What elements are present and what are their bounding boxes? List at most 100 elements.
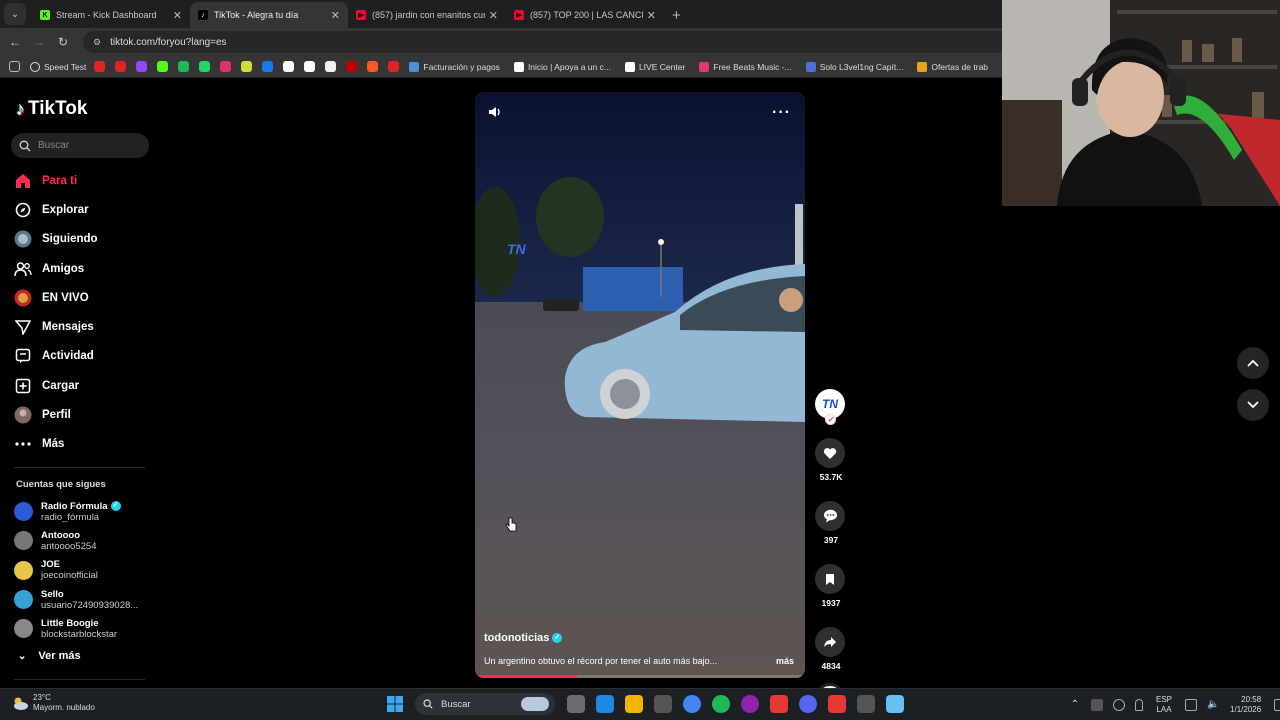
tab-close-icon[interactable]: ✕ xyxy=(489,9,498,22)
sidebar-item-messages[interactable]: Mensajes xyxy=(14,312,154,341)
bookmark-item[interactable]: Facturación y pagos xyxy=(409,61,500,72)
taskbar-app-icon[interactable] xyxy=(740,695,759,713)
reload-button[interactable]: ↻ xyxy=(51,35,75,49)
browser-tab[interactable]: ♪ TikTok - Alegra tu día ✕ xyxy=(190,2,348,28)
apps-grid-icon[interactable] xyxy=(9,61,20,72)
bookmark-favicon-icon[interactable] xyxy=(325,61,337,72)
comment-button[interactable] xyxy=(815,501,845,531)
follow-check-icon[interactable]: ✓ xyxy=(825,414,836,425)
tray-chevron-up-icon[interactable]: ⌃ xyxy=(1069,699,1081,711)
taskbar-app-icon[interactable] xyxy=(624,695,643,713)
creator-avatar[interactable]: TN ✓ xyxy=(815,389,845,425)
tray-app-icon[interactable] xyxy=(1091,699,1103,711)
browser-tab[interactable]: ▶ (857) jardin con enanitos cumb ✕ xyxy=(348,2,506,28)
like-count: 53.7K xyxy=(819,472,843,482)
speaker-icon[interactable]: 🔈 xyxy=(1207,699,1219,711)
followed-account[interactable]: Antoooo antoooo5254 xyxy=(14,526,154,555)
tray-network-icon[interactable] xyxy=(1113,699,1125,711)
bookmark-favicon-icon[interactable] xyxy=(115,61,127,72)
followed-account[interactable]: Sello usuario72490939028... xyxy=(14,585,154,614)
bookmark-favicon-icon[interactable] xyxy=(304,61,316,72)
bookmark-item[interactable]: Free Beats Music -... xyxy=(699,61,792,72)
see-more-button[interactable]: ⌄ Ver más xyxy=(18,650,81,662)
search-input[interactable]: Buscar xyxy=(11,133,149,158)
cloudy-weather-icon xyxy=(14,697,28,710)
bookmark-favicon-icon[interactable] xyxy=(367,61,379,72)
back-button[interactable]: ← xyxy=(3,35,27,49)
notifications-icon[interactable] xyxy=(1274,699,1280,711)
browser-tab[interactable]: ▶ (857) TOP 200 | LAS CANCIONE ✕ xyxy=(506,2,664,28)
tab-close-icon[interactable]: ✕ xyxy=(173,9,182,22)
taskbar-search-input[interactable]: Buscar xyxy=(415,693,555,715)
bookmark-favicon-icon[interactable] xyxy=(346,61,358,72)
sidebar-item-compass[interactable]: Explorar xyxy=(14,195,154,224)
taskbar-app-icon[interactable] xyxy=(566,695,585,713)
bookmark-favicon-icon[interactable] xyxy=(157,61,169,72)
taskbar-app-icon[interactable] xyxy=(827,695,846,713)
next-video-button[interactable] xyxy=(1237,389,1269,421)
bookmark-favicon-icon[interactable] xyxy=(388,61,400,72)
bookmark-speed-test[interactable]: Speed Test xyxy=(30,61,86,72)
sidebar-item-friends[interactable]: Amigos xyxy=(14,254,154,283)
webcam-feed xyxy=(1002,0,1280,206)
author-name: todonoticias xyxy=(484,632,550,644)
share-button[interactable] xyxy=(815,627,845,657)
like-button[interactable] xyxy=(815,438,845,468)
sidebar-item-following-avatar[interactable]: Siguiendo xyxy=(14,225,154,254)
sidebar-item-more-dots[interactable]: Más xyxy=(14,430,154,459)
video-actions: TN ✓ 53.7K 397 1937 4834 TN xyxy=(815,389,847,713)
video-progress-bar[interactable] xyxy=(475,675,805,678)
forward-button[interactable]: → xyxy=(27,35,51,49)
bookmark-item[interactable]: Inicio | Apoya a un c... xyxy=(513,61,611,72)
sidebar-item-home[interactable]: Para ti xyxy=(14,166,154,195)
sidebar-item-live[interactable]: EN VIVO xyxy=(14,283,154,312)
bookmark-item[interactable]: Ofertas de trab xyxy=(917,61,988,72)
url-input[interactable]: ⚙ tiktok.com/foryou?lang=es xyxy=(83,31,1163,53)
sidebar-item-activity[interactable]: Actividad xyxy=(14,342,154,371)
new-tab-button[interactable]: + xyxy=(664,7,689,28)
bookmark-favicon-icon[interactable] xyxy=(283,61,295,72)
caption-more-button[interactable]: más xyxy=(776,656,794,666)
taskbar-app-icon[interactable] xyxy=(769,695,788,713)
followed-account[interactable]: JOE joecoinofficial xyxy=(14,556,154,585)
browser-tab[interactable]: K Stream - Kick Dashboard ✕ xyxy=(32,2,190,28)
bookmark-favicon-icon[interactable] xyxy=(199,61,211,72)
bookmark-favicon-icon[interactable] xyxy=(94,61,106,72)
previous-video-button[interactable] xyxy=(1237,347,1269,379)
bookmark-favicon-icon[interactable] xyxy=(262,61,274,72)
bookmark-item[interactable]: Solo L3vel1ng Capít... xyxy=(805,61,903,72)
site-info-icon[interactable]: ⚙ xyxy=(93,37,101,48)
tiktok-logo[interactable]: ♪ TikTok xyxy=(16,98,87,120)
bookmark-favicon-icon[interactable] xyxy=(220,61,232,72)
bookmark-item[interactable]: LIVE Center xyxy=(624,61,685,72)
more-options-icon[interactable]: ··· xyxy=(772,104,791,122)
volume-icon[interactable] xyxy=(487,104,503,120)
video-author[interactable]: todonoticias ✓ xyxy=(484,632,563,644)
sidebar-item-upload[interactable]: Cargar xyxy=(14,371,154,400)
avatar xyxy=(14,619,33,639)
wifi-icon[interactable] xyxy=(1185,699,1198,711)
taskbar-app-icon[interactable] xyxy=(711,695,730,713)
taskbar-app-icon[interactable] xyxy=(682,695,701,713)
taskbar-app-icon[interactable] xyxy=(595,695,614,713)
taskbar-app-icon[interactable] xyxy=(885,695,904,713)
microphone-icon[interactable] xyxy=(1135,699,1143,711)
language-indicator[interactable]: ESP LAA xyxy=(1156,695,1172,715)
weather-widget[interactable]: 23°C Mayorm. nublado xyxy=(11,693,95,713)
bookmark-favicon-icon[interactable] xyxy=(136,61,148,72)
tab-close-icon[interactable]: ✕ xyxy=(647,9,656,22)
windows-start-icon[interactable] xyxy=(386,695,404,713)
tab-search-button[interactable]: ⌄ xyxy=(4,3,26,25)
taskbar-clock[interactable]: 20:58 1/1/2026 xyxy=(1230,695,1261,715)
sidebar-item-profile[interactable]: Perfil xyxy=(14,400,154,429)
taskbar-app-icon[interactable] xyxy=(653,695,672,713)
save-button[interactable] xyxy=(815,564,845,594)
video-player[interactable]: TN ··· todonoticias ✓ Un argentino obtuv… xyxy=(475,92,805,678)
followed-account[interactable]: Radio Fórmula ✓ radio_fórmula xyxy=(14,497,154,526)
bookmark-favicon-icon[interactable] xyxy=(178,61,190,72)
taskbar-app-icon[interactable] xyxy=(856,695,875,713)
taskbar-app-icon[interactable] xyxy=(798,695,817,713)
bookmark-favicon-icon[interactable] xyxy=(241,61,253,72)
tab-close-icon[interactable]: ✕ xyxy=(331,9,340,22)
followed-account[interactable]: Little Boogie blockstarblockstar xyxy=(14,614,154,643)
